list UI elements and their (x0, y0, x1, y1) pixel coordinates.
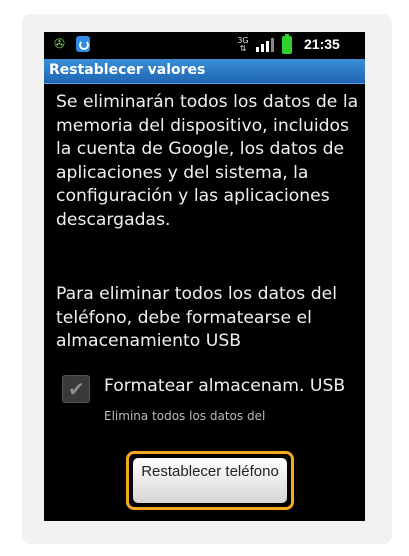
phone-screen: ✇ 3G ⇅ 21:35 Restablecer valores Se elimi… (44, 32, 365, 521)
sync-icon (76, 36, 90, 52)
reset-button-focus-ring: Restablecer teléfono (126, 451, 294, 510)
checkmark-icon: ✔ (68, 377, 85, 401)
reset-phone-button[interactable]: Restablecer teléfono (133, 458, 287, 503)
usb-debug-icon: ✇ (54, 37, 65, 52)
format-usb-checkbox[interactable]: ✔ (62, 375, 90, 403)
dialog-title-bar: Restablecer valores (44, 59, 365, 84)
status-clock: 21:35 (304, 36, 340, 52)
signal-icon (256, 38, 276, 52)
reset-phone-button-label: Restablecer teléfono (141, 463, 279, 480)
format-usb-label: Formatear almacenam. USB (104, 376, 346, 396)
dialog-title: Restablecer valores (49, 62, 206, 78)
warning-text: Se eliminarán todos los datos de la memo… (56, 92, 359, 230)
usb-format-text: Para eliminar todos los datos del teléfo… (56, 284, 337, 352)
status-bar: ✇ 3G ⇅ 21:35 (44, 32, 365, 59)
network-3g-icon: 3G ⇅ (237, 36, 249, 53)
format-usb-option[interactable]: ✔ Formatear almacenam. USB (62, 371, 362, 407)
battery-icon (282, 34, 292, 54)
format-usb-description: Elimina todos los datos del (104, 409, 266, 423)
